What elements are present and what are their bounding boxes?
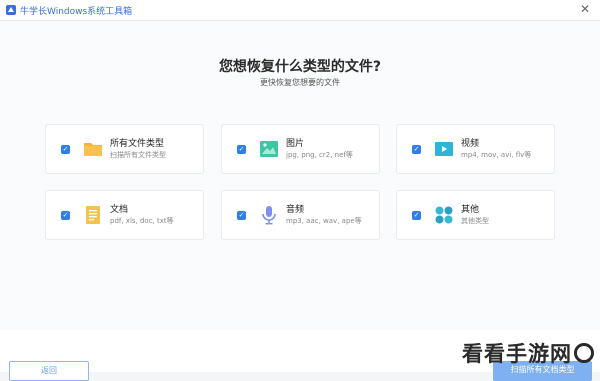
card-title: 其他: [461, 205, 480, 215]
window-title: 牛学长Windows系统工具箱: [20, 6, 133, 17]
card-desc: 其他类型: [461, 217, 489, 225]
watermark-text: 看看手游网: [462, 342, 572, 366]
card-desc: pdf, xls, doc, txt等: [110, 217, 174, 225]
watermark-logo-icon: [574, 343, 594, 363]
page-subheading: 更快恢复您想要的文件: [260, 78, 340, 87]
file-type-card-other[interactable]: ✓ 其他 其他类型: [396, 190, 555, 240]
title-bar: 牛学长Windows系统工具箱 ✕: [0, 0, 600, 21]
card-desc: 扫描所有文件类型: [110, 151, 166, 159]
checkbox-all[interactable]: ✓: [61, 144, 70, 154]
image-icon: [260, 141, 278, 157]
card-title: 文档: [110, 205, 129, 215]
checkbox-document[interactable]: ✓: [61, 210, 70, 220]
card-title: 音频: [286, 205, 305, 215]
document-icon: [86, 206, 100, 224]
card-desc: mp3, aac, wav, ape等: [286, 217, 362, 225]
close-icon[interactable]: ✕: [578, 2, 592, 16]
card-title: 所有文件类型: [110, 139, 165, 149]
file-type-card-audio[interactable]: ✓ 音频 mp3, aac, wav, ape等: [221, 190, 380, 240]
checkbox-other[interactable]: ✓: [412, 210, 421, 220]
video-icon: [435, 142, 453, 156]
other-icon: [435, 206, 453, 224]
checkbox-audio[interactable]: ✓: [237, 210, 246, 220]
card-title: 图片: [286, 139, 305, 149]
app-logo-icon: [6, 5, 16, 15]
card-desc: jpg, png, cr2, nef等: [286, 151, 353, 159]
file-type-card-document[interactable]: ✓ 文档 pdf, xls, doc, txt等: [45, 190, 204, 240]
card-title: 视频: [461, 139, 480, 149]
file-type-card-all[interactable]: ✓ 所有文件类型 扫描所有文件类型: [45, 124, 204, 174]
checkbox-video[interactable]: ✓: [412, 144, 421, 154]
back-button[interactable]: 返回: [9, 361, 89, 381]
file-type-card-image[interactable]: ✓ 图片 jpg, png, cr2, nef等: [221, 124, 380, 174]
watermark: 看看手游网: [462, 338, 594, 368]
checkbox-image[interactable]: ✓: [237, 144, 246, 154]
page-heading: 您想恢复什么类型的文件?: [218, 59, 382, 75]
card-desc: mp4, mov, avi, flv等: [461, 151, 532, 159]
file-type-card-video[interactable]: ✓ 视频 mp4, mov, avi, flv等: [396, 124, 555, 174]
microphone-icon: [262, 206, 276, 225]
folder-icon: [84, 143, 102, 156]
